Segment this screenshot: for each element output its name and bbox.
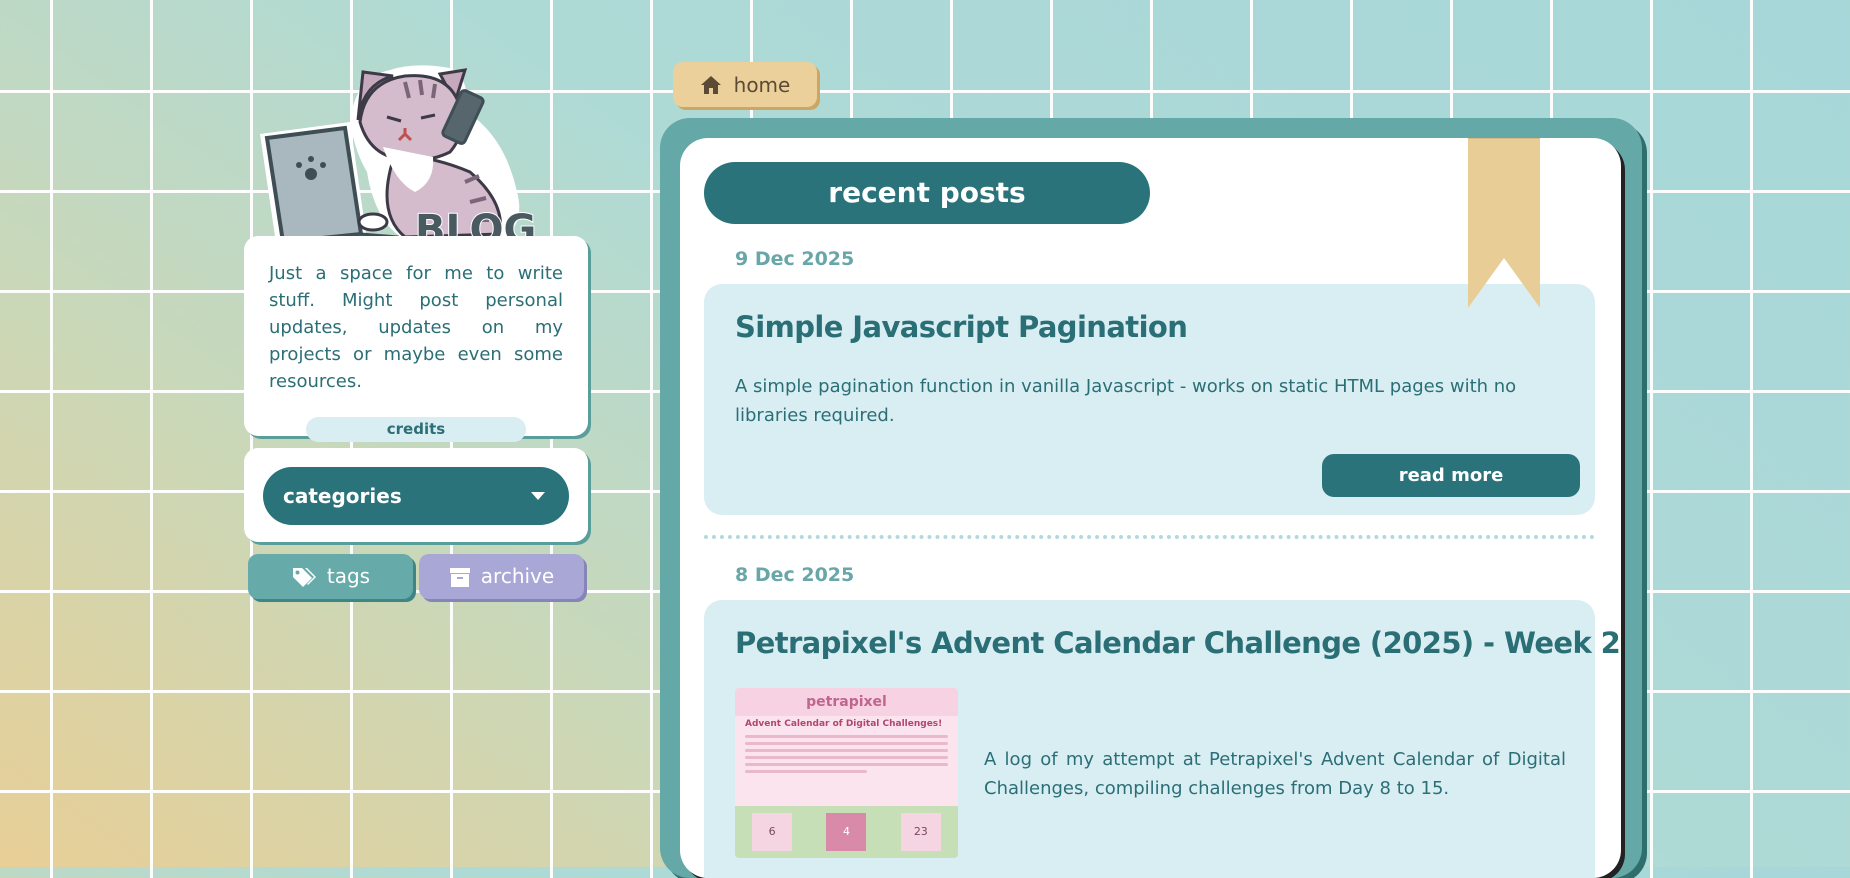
calendar-door: 6: [752, 813, 793, 851]
post-title[interactable]: Petrapixel's Advent Calendar Challenge (…: [735, 626, 1621, 660]
post-divider: [704, 535, 1595, 539]
categories-dropdown[interactable]: categories: [263, 467, 569, 525]
cat-laptop-illustration: BLOG: [260, 65, 537, 252]
post-excerpt: A log of my attempt at Petrapixel's Adve…: [984, 749, 1566, 799]
bookmark-ribbon-icon: [1468, 138, 1540, 308]
tags-button[interactable]: tags: [248, 554, 413, 599]
credits-button[interactable]: credits: [306, 417, 526, 442]
post-title[interactable]: Simple Javascript Pagination: [735, 310, 1188, 344]
calendar-door: 4: [826, 813, 867, 851]
recent-posts-heading: recent posts: [704, 162, 1150, 224]
tags-label: tags: [326, 564, 371, 588]
main-panel: recent posts 9 Dec 2025 Simple Javascrip…: [680, 138, 1621, 878]
house-icon: [700, 75, 721, 94]
thumbnail-calendar-doors: 6 4 23: [735, 806, 958, 858]
post-date: 9 Dec 2025: [735, 248, 855, 270]
tags-icon: [292, 567, 316, 587]
post-thumbnail[interactable]: petrapixel Advent Calendar of Digital Ch…: [735, 688, 958, 858]
thumbnail-heading: Advent Calendar of Digital Challenges!: [745, 719, 943, 729]
read-more-button[interactable]: read more: [1322, 454, 1580, 497]
post-excerpt: A simple pagination function in vanilla …: [735, 376, 1517, 426]
calendar-door: 23: [900, 813, 941, 851]
thumbnail-brand: petrapixel: [735, 688, 958, 716]
archive-box-icon: [449, 567, 470, 587]
about-card: Just a space for me to write stuff. Migh…: [244, 236, 588, 442]
thumbnail-text-lines: [735, 735, 958, 773]
categories-label: categories: [283, 484, 402, 508]
archive-button[interactable]: archive: [419, 554, 584, 599]
post-card: Petrapixel's Advent Calendar Challenge (…: [704, 600, 1621, 878]
home-label: home: [733, 72, 791, 97]
post-date: 8 Dec 2025: [735, 564, 855, 586]
home-button[interactable]: home: [673, 62, 817, 107]
blog-logo: BLOG: [255, 62, 575, 252]
categories-card: categories: [244, 448, 588, 542]
caret-down-icon: [531, 492, 545, 500]
about-text: Just a space for me to write stuff. Migh…: [269, 263, 563, 392]
post-card: Simple Javascript Pagination A simple pa…: [704, 284, 1595, 515]
archive-label: archive: [480, 564, 555, 588]
